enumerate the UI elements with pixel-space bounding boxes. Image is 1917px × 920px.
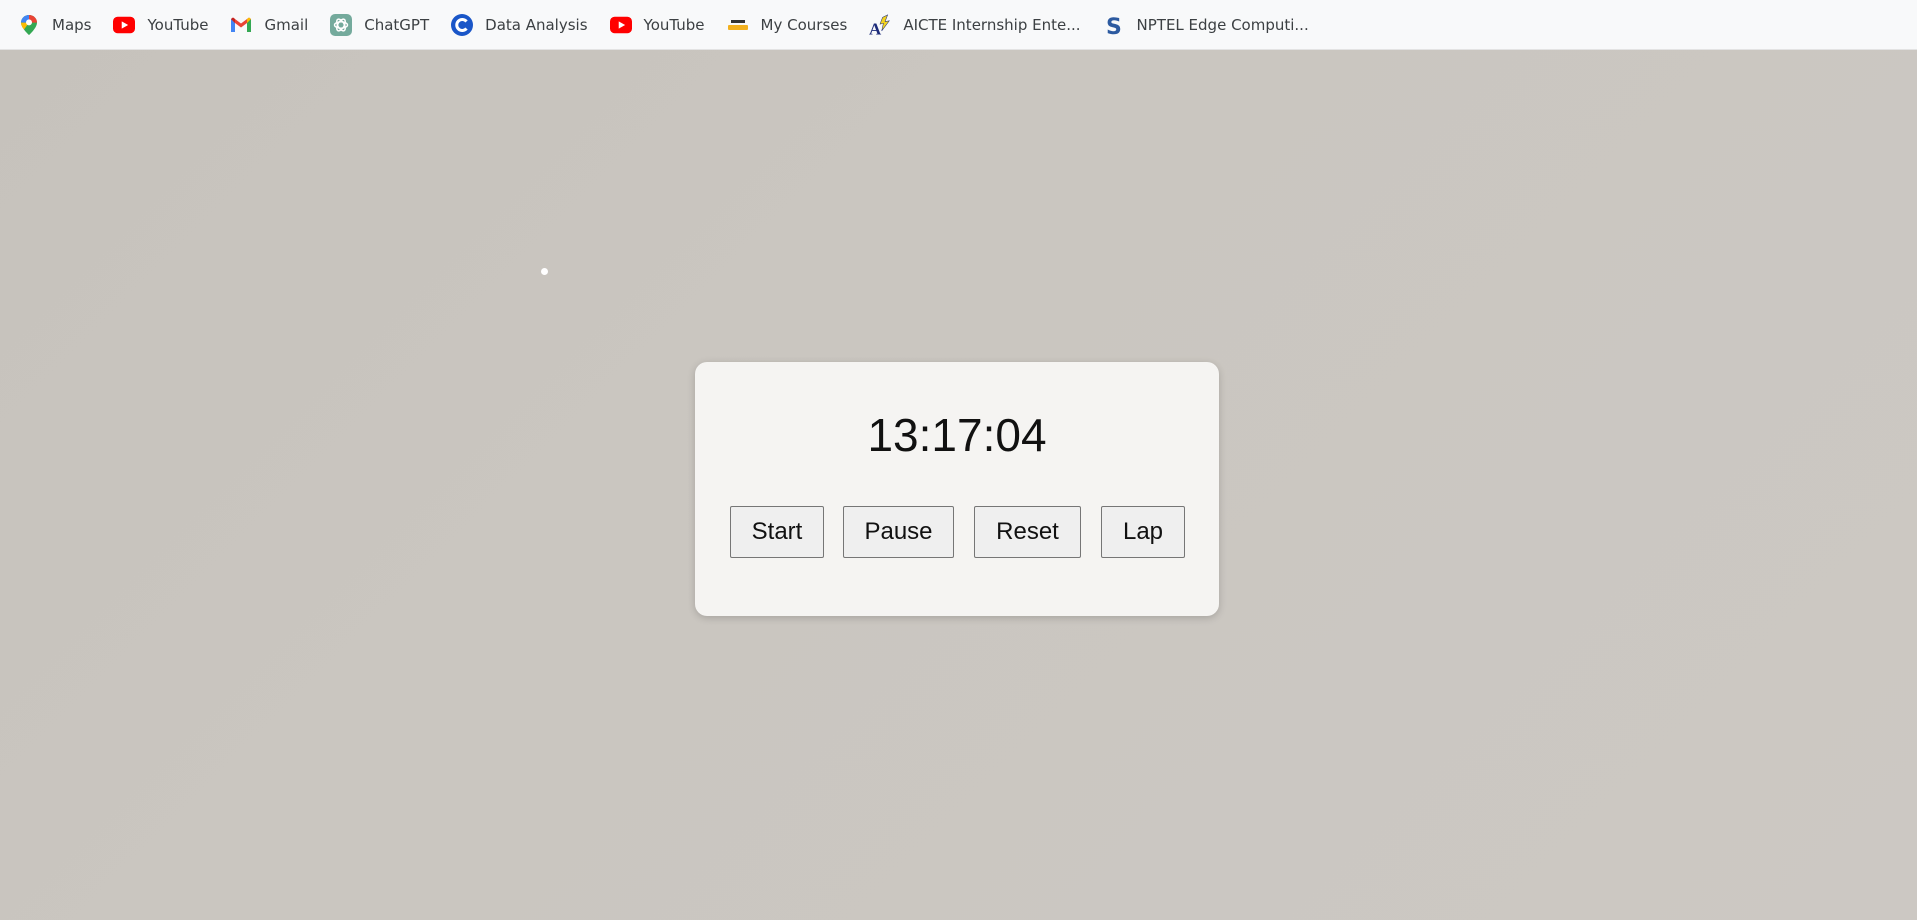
bookmark-label: ChatGPT — [364, 15, 430, 34]
aicte-icon: A — [869, 13, 891, 38]
bookmark-label: Gmail — [264, 15, 309, 34]
my-courses-icon — [727, 14, 749, 36]
bookmarks-bar: Maps YouTube Gmail ChatGPT Data Analysis… — [0, 0, 1917, 50]
nptel-s-icon: S — [1103, 14, 1125, 37]
bookmark-label: AICTE Internship Ente... — [903, 15, 1081, 34]
bookmark-maps[interactable]: Maps — [18, 8, 101, 42]
bookmark-aicte[interactable]: A AICTE Internship Ente... — [869, 8, 1090, 42]
svg-text:S: S — [1106, 15, 1122, 37]
bookmark-nptel[interactable]: S NPTEL Edge Computi... — [1103, 8, 1319, 42]
bookmark-label: NPTEL Edge Computi... — [1136, 15, 1309, 34]
bookmark-label: Data Analysis — [485, 15, 588, 34]
pause-button[interactable]: Pause — [843, 506, 954, 558]
data-analysis-c-icon — [451, 13, 474, 36]
youtube-icon — [609, 14, 632, 36]
mouse-cursor-dot — [541, 268, 548, 275]
bookmark-chatgpt[interactable]: ChatGPT — [330, 8, 439, 42]
youtube-icon — [113, 14, 136, 36]
stopwatch-card: 13:17:04 Start Pause Reset Lap — [695, 362, 1219, 616]
bookmark-label: Maps — [52, 15, 92, 34]
bookmark-label: My Courses — [760, 15, 848, 34]
gmail-icon — [230, 14, 252, 36]
lap-button[interactable]: Lap — [1101, 506, 1185, 558]
bookmark-data-analysis[interactable]: Data Analysis — [451, 8, 597, 42]
reset-button[interactable]: Reset — [974, 506, 1081, 558]
bookmark-my-courses[interactable]: My Courses — [727, 8, 858, 42]
bookmark-label: YouTube — [147, 15, 209, 34]
maps-pin-icon — [18, 14, 40, 36]
svg-text:A: A — [869, 19, 882, 38]
time-display: 13:17:04 — [867, 409, 1047, 461]
bookmark-label: YouTube — [643, 15, 705, 34]
bookmark-youtube-2[interactable]: YouTube — [609, 8, 715, 42]
bookmark-youtube[interactable]: YouTube — [113, 8, 218, 42]
start-button[interactable]: Start — [730, 506, 824, 558]
chatgpt-icon — [330, 13, 353, 36]
bookmark-gmail[interactable]: Gmail — [230, 8, 318, 42]
